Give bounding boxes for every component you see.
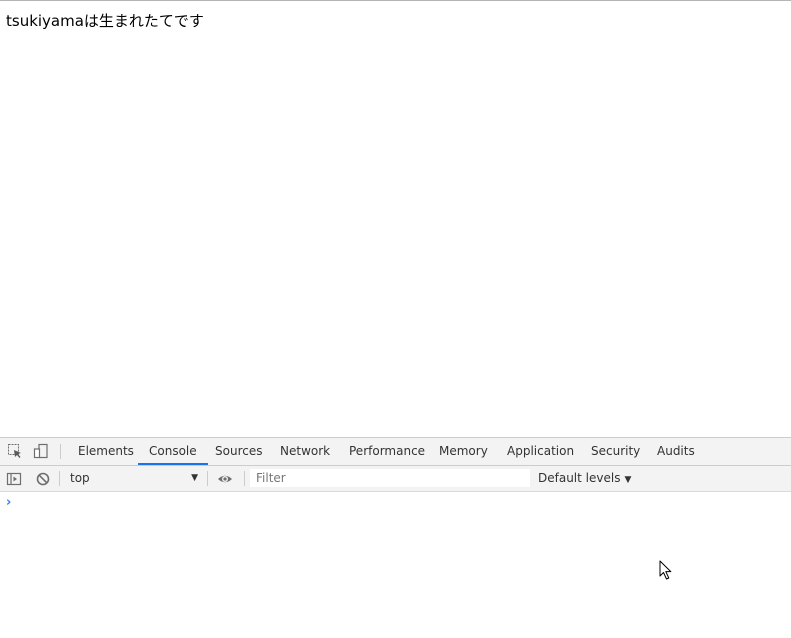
devtools-panel: Elements Console Sources Network Perform… (0, 437, 791, 638)
context-selector[interactable]: top ▼ (64, 466, 202, 491)
page-body-text: tsukiyamaは生まれたてです (6, 12, 204, 30)
levels-label: Default levels (538, 471, 621, 485)
chevron-down-icon: ▼ (191, 473, 198, 483)
tab-memory[interactable]: Memory (439, 438, 488, 465)
chevron-down-icon: ▼ (624, 475, 632, 485)
device-toolbar-icon[interactable] (33, 443, 49, 459)
live-expression-icon[interactable] (217, 471, 233, 487)
devtools-tabbar: Elements Console Sources Network Perform… (0, 438, 791, 466)
console-prompt-icon: › (6, 495, 12, 510)
tab-console[interactable]: Console (138, 438, 208, 465)
mouse-pointer-icon (659, 560, 673, 581)
tab-security[interactable]: Security (591, 438, 640, 465)
console-toolbar: top ▼ Default levels▼ (0, 466, 791, 492)
context-value: top (70, 471, 90, 485)
toolbar-separator (244, 471, 245, 486)
log-levels-dropdown[interactable]: Default levels ▼ (538, 466, 631, 491)
inspect-element-icon[interactable] (7, 443, 23, 459)
tab-sources[interactable]: Sources (215, 438, 262, 465)
console-sidebar-icon[interactable] (6, 471, 22, 487)
tab-elements[interactable]: Elements (78, 438, 134, 465)
tab-application[interactable]: Application (507, 438, 574, 465)
toolbar-separator (207, 471, 208, 486)
tab-network[interactable]: Network (280, 438, 330, 465)
filter-input[interactable] (250, 469, 530, 487)
tab-performance[interactable]: Performance (349, 438, 425, 465)
browser-viewport: tsukiyamaは生まれたてです Elements Console Sourc… (0, 0, 791, 638)
clear-console-icon[interactable] (35, 471, 51, 487)
toolbar-separator (59, 471, 60, 486)
tabbar-separator (60, 444, 61, 459)
viewport-top-border (0, 0, 791, 1)
tab-audits[interactable]: Audits (657, 438, 695, 465)
